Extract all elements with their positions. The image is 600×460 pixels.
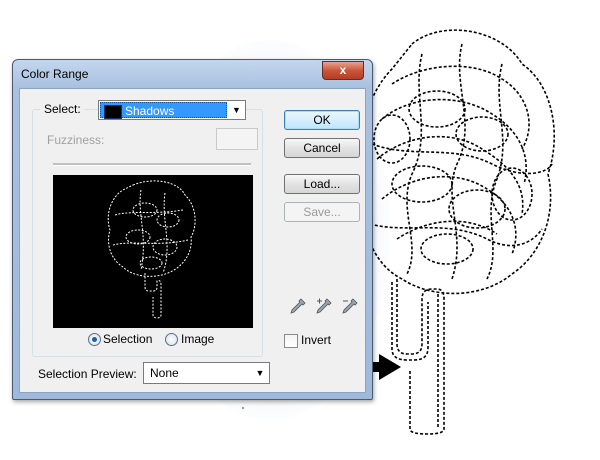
select-dropdown[interactable]: Shadows ▼ (98, 100, 246, 120)
radio-selection-indicator[interactable] (88, 333, 101, 346)
title-bar[interactable]: Color Range x (13, 60, 372, 88)
chevron-down-icon[interactable]: ▼ (253, 363, 267, 383)
chevron-down-icon[interactable]: ▼ (228, 101, 245, 119)
cancel-button[interactable]: Cancel (284, 138, 360, 158)
radio-image-label: Image (181, 332, 215, 346)
load-button[interactable]: Load... (284, 174, 360, 194)
fuzziness-label: Fuzziness: (47, 133, 105, 147)
selection-preview-value: None (150, 366, 179, 380)
selection-preview-image (53, 175, 253, 328)
fuzziness-slider[interactable] (53, 163, 251, 166)
invert-label: Invert (301, 333, 332, 347)
eyedropper-minus-icon[interactable] (341, 297, 359, 315)
dialog-title: Color Range (21, 67, 89, 81)
close-icon: x (339, 63, 347, 77)
preview-thumbnail (107, 180, 196, 319)
radio-selection-label: Selection (103, 332, 153, 346)
radio-image[interactable]: Image (165, 332, 235, 348)
close-button[interactable]: x (322, 61, 364, 80)
eyedropper-icon[interactable] (289, 297, 307, 315)
selection-preview-label: Selection Preview: (38, 367, 137, 381)
fuzziness-input[interactable] (216, 128, 258, 150)
invert-checkbox[interactable] (284, 334, 298, 348)
stray-dot (242, 407, 244, 409)
color-range-dialog: Color Range x Select: Shadows ▼ Fuzzines… (12, 59, 373, 400)
save-button[interactable]: Save... (284, 202, 360, 222)
ok-button[interactable]: OK (284, 110, 360, 130)
radio-image-indicator[interactable] (165, 333, 178, 346)
color-swatch (104, 105, 122, 119)
eyedropper-plus-icon[interactable] (315, 297, 333, 315)
selection-preview-dropdown[interactable]: None ▼ (143, 362, 270, 384)
select-label: Select: (40, 102, 85, 116)
select-highlight: Shadows (100, 102, 227, 119)
dialog-body: Select: Shadows ▼ Fuzziness: Selection I… (19, 88, 366, 393)
select-value: Shadows (125, 104, 175, 118)
